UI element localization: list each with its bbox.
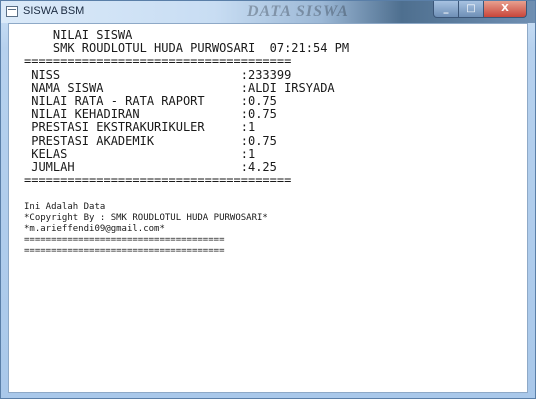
separator-line: ===================================== (24, 246, 225, 256)
console-output[interactable]: NILAI SISWA SMK ROUDLOTUL HUDA PURWOSARI… (8, 23, 528, 393)
report-block: NILAI SISWA SMK ROUDLOTUL HUDA PURWOSARI… (24, 28, 349, 188)
separator-line: ===================================== (24, 173, 292, 188)
separator-line: ===================================== (24, 54, 292, 69)
footer-note: Ini Adalah Data (24, 202, 106, 212)
copyright-line: *Copyright By : SMK ROUDLOTUL HUDA PURWO… (24, 213, 268, 223)
separator-line: ===================================== (24, 235, 225, 245)
field-niss: NISS :233399 (24, 67, 292, 82)
app-window-icon (6, 6, 18, 17)
console-window: SISWA BSM DATA SISWA _ □ X NILAI SISWA S… (0, 0, 536, 399)
email-line: *m.arieffendi09@gmail.com* (24, 224, 165, 234)
footer-block: Ini Adalah Data *Copyright By : SMK ROUD… (24, 202, 268, 257)
minimize-button[interactable]: _ (433, 1, 459, 18)
field-prestasi-ekstrakurikuler: PRESTASI EKSTRAKURIKULER :1 (24, 120, 256, 135)
window-title: SISWA BSM (23, 5, 85, 17)
field-prestasi-akademik: PRESTASI AKADEMIK :0.75 (24, 133, 277, 148)
title-watermark: DATA SISWA (247, 3, 349, 20)
title-bar[interactable]: SISWA BSM DATA SISWA _ □ X (1, 1, 535, 23)
maximize-button[interactable]: □ (458, 1, 484, 18)
close-button[interactable]: X (483, 1, 527, 18)
window-controls: _ □ X (433, 1, 527, 19)
